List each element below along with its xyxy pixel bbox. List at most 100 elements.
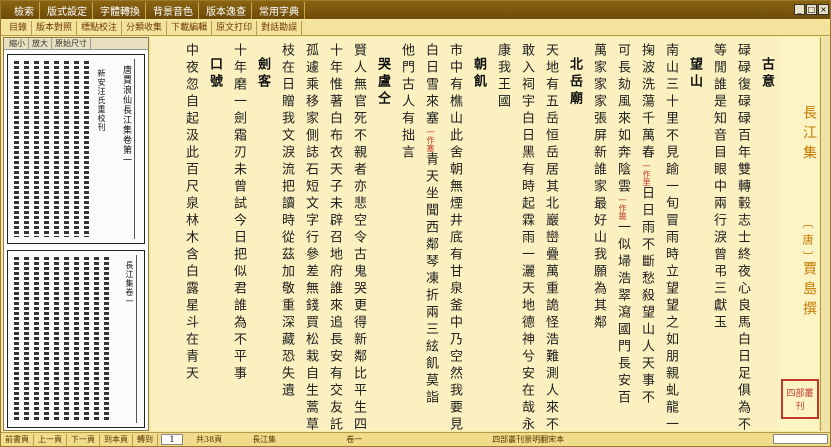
- total-pages: 共38頁: [196, 435, 223, 444]
- text-column: 白日雪來塞一作塞青天坐聞西鄰琴凍折兩三絃飢莫詣: [421, 43, 439, 407]
- text-column: 天地有五岳恒岳居其北巖巒疊萬重詭怪浩難測人來不: [541, 43, 559, 431]
- original-size-button[interactable]: 原始尺寸: [52, 38, 91, 49]
- menu-search[interactable]: 檢索: [9, 1, 40, 19]
- status-book: 長江集: [252, 435, 277, 444]
- column-text: 可長劾風來如奔陰雲: [615, 43, 630, 196]
- text-column: 市中有樵山此舍朝無煙井底有甘泉釜中乃空然我要見: [445, 43, 463, 431]
- status-volume: 卷一: [346, 435, 363, 444]
- column-text: 望山: [687, 57, 702, 91]
- scan-page-1[interactable]: 新安汪氏重校刊 唐賈浪仙長江集卷第一: [7, 54, 145, 244]
- next-page-button[interactable]: 下一頁: [67, 433, 100, 446]
- text-column: 中夜忽自起汲此百尺泉林木含白露星斗在青天: [181, 43, 199, 383]
- column-text: 枝在日贈我文淚流把讀時從茲加敬重深藏恐失遺: [279, 43, 294, 400]
- poem-title: 朝飢: [469, 57, 487, 91]
- column-text: 孤遽乘移家側誌石短文字行參差無錢買松栽自生蒿草: [303, 43, 318, 431]
- text-column: 等閒誰是知音目眼中兩行淚曾弔三獻玉: [709, 43, 727, 332]
- menu-bar: 檢索 版式設定 字體轉換 背景音色 版本逸查 常用字典 _ □ ×: [1, 1, 830, 19]
- column-text: 十年惟著白布衣天子未辟召地府誰來追長安有交友託: [327, 43, 342, 431]
- variant-note: 一作里: [642, 162, 651, 186]
- text-column: 碌碌復碌碌百年雙轉轂志士終夜心良馬白日足俱為不: [733, 43, 751, 431]
- text-column: 康我王國: [493, 43, 511, 111]
- column-text: 北岳廟: [567, 57, 582, 108]
- poem-title: 北岳廟: [565, 57, 583, 108]
- prev-page-button[interactable]: 上一頁: [34, 433, 67, 446]
- goto-button[interactable]: 轉到: [133, 433, 158, 446]
- column-text-continued: 日日雨不斷愁殺望山人天事不: [639, 186, 654, 407]
- column-text: 中夜忽自起汲此百尺泉林木含白露星斗在青天: [183, 43, 198, 383]
- scan-sub-label: 新安汪氏重校刊: [97, 69, 106, 132]
- poem-title: 口號: [205, 57, 223, 91]
- column-text: 康我王國: [495, 43, 510, 111]
- vertical-scrollbar[interactable]: [820, 37, 830, 431]
- status-edition: 四部叢刊景明翻宋本: [492, 435, 565, 444]
- zoom-out-button[interactable]: 縮小: [6, 38, 29, 49]
- close-icon[interactable]: ×: [818, 4, 829, 15]
- poem-title: 古意: [757, 57, 775, 91]
- restore-icon[interactable]: □: [806, 4, 817, 15]
- column-text: 掬波洗蕩千萬春: [639, 43, 654, 162]
- transcribed-text-area[interactable]: 卷一古意碌碌復碌碌百年雙轉轂志士終夜心良馬白日足俱為不等閒誰是知音目眼中兩行淚曾…: [151, 37, 805, 431]
- variant-note: 一作塞: [426, 128, 435, 152]
- column-text: 他門古人有拙言: [399, 43, 414, 162]
- menu-layout[interactable]: 版式設定: [42, 1, 93, 19]
- menu-background[interactable]: 背景音色: [148, 1, 199, 19]
- first-page-button[interactable]: 前書頁: [1, 433, 34, 446]
- text-column: 掬波洗蕩千萬春一作里日日雨不斷愁殺望山人天事不: [637, 43, 655, 407]
- minimize-icon[interactable]: _: [794, 4, 805, 15]
- page-number-input[interactable]: 1: [161, 434, 183, 445]
- image-toolbar: 縮小 放大 原始尺寸: [4, 38, 148, 50]
- column-text: 碌碌復碌碌百年雙轉轂志士終夜心良馬白日足俱為不: [735, 43, 750, 431]
- column-text: 白日雪來塞: [423, 43, 438, 128]
- scan-page2-label: 長江集卷一: [125, 261, 134, 306]
- menu-dictionary[interactable]: 常用字典: [254, 1, 305, 19]
- poem-title: 望山: [685, 57, 703, 91]
- column-text: 等閒誰是知音目眼中兩行淚曾弔三獻玉: [711, 43, 726, 332]
- poem-title: 劍客: [253, 57, 271, 91]
- app-window: 檢索 版式設定 字體轉換 背景音色 版本逸查 常用字典 _ □ × 目錄 版本對…: [0, 0, 831, 447]
- book-title: 長江集: [801, 105, 817, 165]
- text-column: 南山三十里不見踰一旬冒雨時立望望之如朋親虬龍一: [661, 43, 679, 431]
- toc-button[interactable]: 目錄: [5, 20, 33, 35]
- text-column: 敢入祠宇白日黑有時起霖雨一灑天地德神兮安在哉永: [517, 43, 535, 431]
- column-text: 十年磨一劍霜刃未曾試今日把似君誰為不平事: [231, 43, 246, 383]
- column-text-continued: 一似埽浩翠瀉國門長安百: [615, 220, 630, 407]
- compare-button[interactable]: 版本對照: [32, 20, 78, 35]
- book-title-panel: 長江集 〔唐〕 賈島撰 四部叢刊: [779, 37, 819, 431]
- original-image-panel: 縮小 放大 原始尺寸 新安汪氏重校刊 唐賈浪仙長江集卷第一 長江集卷一: [3, 37, 149, 431]
- print-button[interactable]: 原文打印: [212, 20, 258, 35]
- column-text: 天地有五岳恒岳居其北巖巒疊萬重詭怪浩難測人來不: [543, 43, 558, 431]
- poem-title: 哭盧仝: [373, 57, 391, 108]
- errata-button[interactable]: 對話勘誤: [257, 20, 303, 35]
- horizontal-scrollbar[interactable]: [773, 434, 828, 444]
- collect-button[interactable]: 分類收集: [122, 20, 168, 35]
- zoom-in-button[interactable]: 放大: [29, 38, 52, 49]
- scan-title-label: 唐賈浪仙長江集卷第一: [121, 65, 131, 165]
- author-name: 賈島撰: [801, 261, 817, 321]
- column-text: 萬家家家張屏新誰家最好山我願為其鄰: [591, 43, 606, 332]
- text-column: 賢人無官死不親者亦悲空令古鬼哭更得新鄰比平生四: [349, 43, 367, 431]
- column-text: 口號: [207, 57, 222, 91]
- menu-font[interactable]: 字體轉換: [95, 1, 146, 19]
- text-column: 他門古人有拙言: [397, 43, 415, 162]
- text-column: 枝在日贈我文淚流把讀時從茲加敬重深藏恐失遺: [277, 43, 295, 400]
- variant-note: 一作靄: [618, 196, 627, 220]
- text-column: 孤遽乘移家側誌石短文字行參差無錢買松栽自生蒿草: [301, 43, 319, 431]
- text-column: 可長劾風來如奔陰雲一作靄一似埽浩翠瀉國門長安百: [613, 43, 631, 407]
- text-column: 十年惟著白布衣天子未辟召地府誰來追長安有交友託: [325, 43, 343, 431]
- column-text-continued: 青天坐聞西鄰琴凍折兩三絃飢莫詣: [423, 152, 438, 407]
- annotate-button[interactable]: 標點校注: [77, 20, 123, 35]
- download-button[interactable]: 下載編輯: [167, 20, 213, 35]
- column-text: 劍客: [255, 57, 270, 91]
- column-text: 南山三十里不見踰一旬冒雨時立望望之如朋親虬龍一: [663, 43, 678, 431]
- seal-stamp: 四部叢刊: [781, 379, 819, 419]
- column-text: 哭盧仝: [375, 57, 390, 108]
- text-column: 萬家家家張屏新誰家最好山我願為其鄰: [589, 43, 607, 332]
- column-text: 古意: [759, 57, 774, 91]
- column-text: 敢入祠宇白日黑有時起霖雨一灑天地德神兮安在哉永: [519, 43, 534, 431]
- seal-text: 四部叢刊: [786, 389, 814, 412]
- scan-page-2[interactable]: 長江集卷一: [7, 250, 145, 428]
- text-column: 十年磨一劍霜刃未曾試今日把似君誰為不平事: [229, 43, 247, 383]
- menu-version[interactable]: 版本逸查: [201, 1, 252, 19]
- column-text: 朝飢: [471, 57, 486, 91]
- this-page-button[interactable]: 到本頁: [100, 433, 133, 446]
